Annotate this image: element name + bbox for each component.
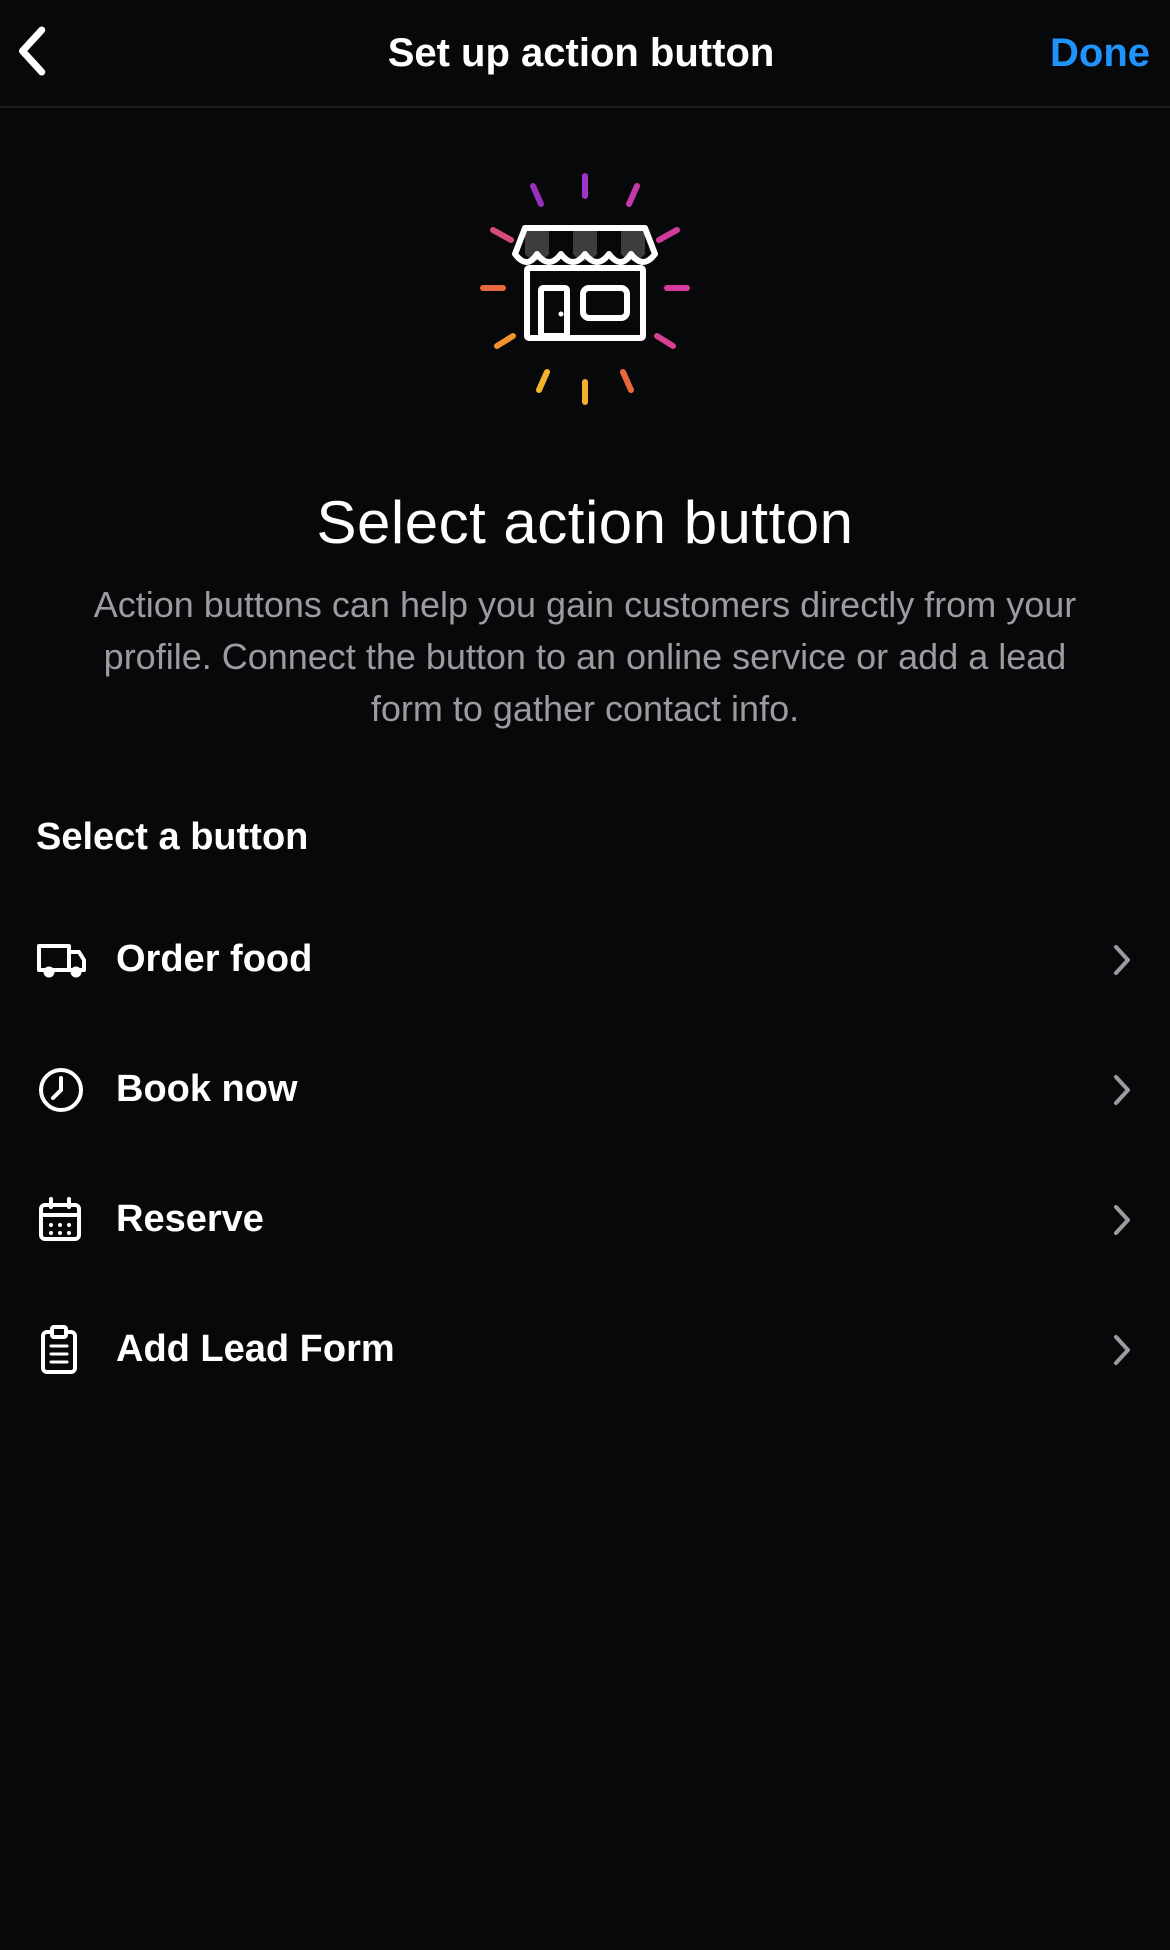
hero-title: Select action button bbox=[0, 488, 1170, 557]
clock-icon bbox=[36, 1065, 86, 1115]
option-order-food[interactable]: Order food bbox=[36, 895, 1134, 1025]
chevron-right-icon bbox=[1112, 943, 1134, 977]
hero: Select action button Action buttons can … bbox=[0, 108, 1170, 736]
nav-bar: Set up action button Done bbox=[0, 0, 1170, 108]
back-button[interactable] bbox=[12, 24, 54, 83]
calendar-icon bbox=[36, 1195, 84, 1245]
option-reserve[interactable]: Reserve bbox=[36, 1155, 1134, 1285]
options-list: Order food Book now Reserve bbox=[0, 895, 1170, 1415]
storefront-icon bbox=[455, 168, 715, 428]
done-button[interactable]: Done bbox=[1050, 31, 1150, 76]
chevron-left-icon bbox=[12, 24, 54, 78]
option-label: Book now bbox=[116, 1068, 1112, 1111]
option-label: Reserve bbox=[116, 1198, 1112, 1241]
option-label: Order food bbox=[116, 938, 1112, 981]
option-label: Add Lead Form bbox=[116, 1328, 1112, 1371]
option-add-lead-form[interactable]: Add Lead Form bbox=[36, 1285, 1134, 1415]
chevron-right-icon bbox=[1112, 1203, 1134, 1237]
clipboard-icon bbox=[36, 1324, 82, 1376]
option-book-now[interactable]: Book now bbox=[36, 1025, 1134, 1155]
chevron-right-icon bbox=[1112, 1073, 1134, 1107]
chevron-right-icon bbox=[1112, 1333, 1134, 1367]
section-label: Select a button bbox=[0, 736, 1170, 895]
truck-icon bbox=[36, 939, 88, 981]
hero-subtitle: Action buttons can help you gain custome… bbox=[70, 579, 1100, 736]
page-title: Set up action button bbox=[212, 31, 950, 76]
